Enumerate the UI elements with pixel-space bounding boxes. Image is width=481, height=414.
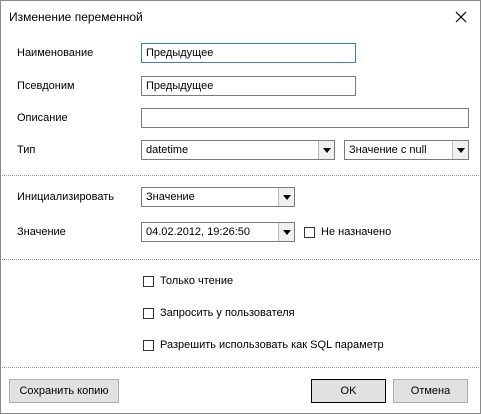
- chevron-down-icon: [278, 188, 294, 206]
- checkbox-box: [143, 307, 154, 319]
- alias-input[interactable]: Предыдущее: [141, 76, 356, 96]
- type-select[interactable]: datetime: [141, 140, 335, 160]
- save-copy-button[interactable]: Сохранить копию: [9, 379, 119, 403]
- section-divider: [2, 175, 479, 176]
- ok-button[interactable]: OK: [311, 379, 386, 403]
- dialog-window: Изменение переменной Наименование Предыд…: [0, 0, 481, 414]
- section-divider: [2, 259, 479, 260]
- alias-label: Псевдоним: [17, 80, 75, 92]
- name-input[interactable]: Предыдущее: [141, 43, 356, 63]
- checkbox-box: [143, 275, 154, 287]
- init-select[interactable]: Значение: [141, 187, 295, 207]
- init-label: Инициализировать: [17, 191, 115, 203]
- checkbox-box: [304, 226, 315, 238]
- chevron-down-icon: [278, 223, 294, 241]
- ask-user-label: Запросить у пользователя: [160, 307, 295, 319]
- sql-param-label: Разрешить использовать как SQL параметр: [160, 339, 384, 351]
- cancel-button[interactable]: Отмена: [393, 379, 468, 403]
- section-divider: [2, 367, 479, 368]
- nullable-select[interactable]: Значение с null: [344, 140, 469, 160]
- checkbox-box: [143, 339, 154, 351]
- not-assigned-checkbox[interactable]: Не назначено: [304, 224, 391, 240]
- description-label: Описание: [17, 112, 68, 124]
- nullable-select-value: Значение с null: [349, 144, 427, 156]
- init-select-value: Значение: [146, 191, 195, 203]
- title-bar: Изменение переменной: [1, 1, 480, 33]
- chevron-down-icon: [452, 141, 468, 159]
- value-datetime-text: 04.02.2012, 19:26:50: [146, 226, 250, 238]
- window-title: Изменение переменной: [9, 10, 143, 24]
- value-label: Значение: [17, 226, 66, 238]
- close-button[interactable]: [452, 8, 470, 26]
- type-label: Тип: [17, 144, 36, 156]
- sql-param-checkbox[interactable]: Разрешить использовать как SQL параметр: [143, 337, 384, 353]
- chevron-down-icon: [318, 141, 334, 159]
- not-assigned-label: Не назначено: [321, 226, 392, 238]
- close-icon: [455, 11, 467, 23]
- description-input[interactable]: [141, 108, 469, 128]
- value-datetime-picker[interactable]: 04.02.2012, 19:26:50: [141, 222, 295, 242]
- readonly-checkbox[interactable]: Только чтение: [143, 273, 233, 289]
- ask-user-checkbox[interactable]: Запросить у пользователя: [143, 305, 295, 321]
- readonly-label: Только чтение: [160, 275, 234, 287]
- name-label: Наименование: [17, 47, 94, 59]
- type-select-value: datetime: [146, 144, 189, 156]
